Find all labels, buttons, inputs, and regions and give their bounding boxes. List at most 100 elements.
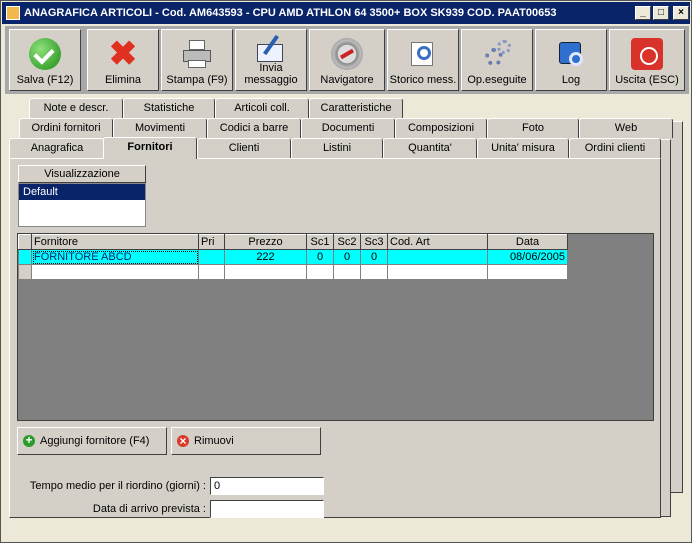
- cell-empty[interactable]: [224, 264, 307, 280]
- check-icon: [29, 38, 61, 70]
- grid-header-row: Fornitore Pri Prezzo Sc1 Sc2 Sc3 Cod. Ar…: [18, 234, 568, 250]
- col-sc1[interactable]: Sc1: [306, 234, 334, 250]
- cell-empty[interactable]: [387, 264, 488, 280]
- col-prezzo[interactable]: Prezzo: [224, 234, 307, 250]
- window-title: ANAGRAFICA ARTICOLI - Cod. AM643593 - CP…: [24, 7, 557, 19]
- visualization-item-default[interactable]: Default: [19, 184, 145, 200]
- remove-button[interactable]: Rimuovi: [171, 427, 321, 455]
- suppliers-table: Fornitore Pri Prezzo Sc1 Sc2 Sc3 Cod. Ar…: [18, 234, 568, 280]
- col-cod-art[interactable]: Cod. Art: [387, 234, 488, 250]
- print-label: Stampa (F9): [166, 74, 228, 86]
- row-indicator: [18, 264, 32, 280]
- cell-empty[interactable]: [198, 264, 225, 280]
- row-indicator: [18, 249, 32, 265]
- col-fornitore[interactable]: Fornitore: [31, 234, 199, 250]
- tab-articoli-coll[interactable]: Articoli coll.: [215, 98, 309, 118]
- print-button[interactable]: Stampa (F9): [161, 29, 233, 91]
- table-row-empty[interactable]: [18, 264, 568, 280]
- reorder-time-field[interactable]: 0: [210, 477, 324, 495]
- tab-ordini-clienti[interactable]: Ordini clienti: [569, 138, 661, 158]
- cell-sc3[interactable]: 0: [360, 249, 388, 265]
- maximize-button[interactable]: □: [653, 6, 669, 20]
- navigator-button[interactable]: Navigatore: [309, 29, 385, 91]
- tab-anagrafica[interactable]: Anagrafica: [9, 138, 105, 158]
- tab-web[interactable]: Web: [579, 118, 673, 138]
- article-registry-window: ANAGRAFICA ARTICOLI - Cod. AM643593 - CP…: [0, 0, 692, 543]
- message-history-icon: [407, 38, 439, 70]
- tab-unita-misura[interactable]: Unita' misura: [477, 138, 569, 158]
- tab-composizioni[interactable]: Composizioni: [395, 118, 487, 138]
- reorder-time-label: Tempo medio per il riordino (giorni) :: [29, 480, 206, 492]
- col-data[interactable]: Data: [487, 234, 568, 250]
- printer-icon: [181, 38, 213, 70]
- navigator-label: Navigatore: [320, 74, 374, 86]
- add-supplier-button[interactable]: Aggiungi fornitore (F4): [17, 427, 167, 455]
- tab-movimenti[interactable]: Movimenti: [113, 118, 207, 138]
- expected-arrival-field[interactable]: [210, 500, 324, 518]
- tab-statistiche[interactable]: Statistiche: [123, 98, 215, 118]
- tab-foto[interactable]: Foto: [487, 118, 579, 138]
- minimize-button[interactable]: _: [635, 6, 651, 20]
- cell-cod-art[interactable]: [387, 249, 488, 265]
- tab-quantita[interactable]: Quantita': [383, 138, 477, 158]
- visualization-list[interactable]: Default: [18, 183, 146, 227]
- table-row[interactable]: FORNITORE ABCD 222 0 0 0 08/06/2005: [18, 249, 568, 265]
- delete-x-icon: ✖: [108, 35, 138, 73]
- delete-button[interactable]: ✖ Elimina: [87, 29, 159, 91]
- suppliers-grid[interactable]: Fornitore Pri Prezzo Sc1 Sc2 Sc3 Cod. Ar…: [17, 233, 654, 421]
- cell-empty[interactable]: [333, 264, 361, 280]
- cell-data[interactable]: 08/06/2005: [487, 249, 568, 265]
- cell-prezzo[interactable]: 222: [224, 249, 307, 265]
- log-icon: [555, 38, 587, 70]
- log-label: Log: [561, 74, 581, 86]
- send-message-label-line1: Invia: [259, 62, 283, 74]
- cell-empty[interactable]: [487, 264, 568, 280]
- exit-button[interactable]: Uscita (ESC): [609, 29, 685, 91]
- save-button[interactable]: Salva (F12): [9, 29, 81, 91]
- col-sc3[interactable]: Sc3: [360, 234, 388, 250]
- remove-label: Rimuovi: [194, 435, 234, 447]
- tab-clienti[interactable]: Clienti: [197, 138, 291, 158]
- toolbar: Salva (F12) ✖ Elimina Stampa (F9) Invia …: [5, 26, 689, 94]
- delete-label: Elimina: [104, 74, 142, 86]
- col-pri[interactable]: Pri: [198, 234, 225, 250]
- tab-documenti[interactable]: Documenti: [301, 118, 395, 138]
- operations-done-label: Op.eseguite: [467, 74, 527, 86]
- cell-sc2[interactable]: 0: [333, 249, 361, 265]
- compass-icon: [331, 38, 363, 70]
- send-message-label: Invia messaggio: [236, 62, 306, 86]
- tab-caratteristiche[interactable]: Caratteristiche: [309, 98, 403, 118]
- tab-note-descr[interactable]: Note e descr.: [29, 98, 123, 118]
- add-supplier-label: Aggiungi fornitore (F4): [40, 435, 150, 447]
- operations-done-button[interactable]: Op.eseguite: [461, 29, 533, 91]
- col-sc2[interactable]: Sc2: [333, 234, 361, 250]
- exit-icon: [631, 38, 663, 70]
- fornitori-panel: Visualizzazione Default Fornitore Pri Pr…: [9, 158, 661, 518]
- save-label: Salva (F12): [16, 74, 74, 86]
- visualization-header: Visualizzazione: [18, 165, 146, 183]
- cell-empty[interactable]: [31, 264, 199, 280]
- remove-icon: [177, 428, 189, 454]
- log-button[interactable]: Log: [535, 29, 607, 91]
- gears-icon: [481, 38, 513, 70]
- cell-fornitore[interactable]: FORNITORE ABCD: [31, 249, 199, 265]
- row-indicator-header: [18, 234, 32, 250]
- tab-ordini-fornitori[interactable]: Ordini fornitori: [19, 118, 113, 138]
- close-button[interactable]: ×: [673, 6, 689, 20]
- tab-listini[interactable]: Listini: [291, 138, 383, 158]
- send-message-button[interactable]: Invia messaggio: [235, 29, 307, 91]
- tab-codici-a-barre[interactable]: Codici a barre: [207, 118, 301, 138]
- cell-empty[interactable]: [306, 264, 334, 280]
- message-history-label: Storico mess.: [389, 74, 457, 86]
- send-message-label-line2: messaggio: [244, 74, 298, 86]
- cell-empty[interactable]: [360, 264, 388, 280]
- add-icon: [23, 427, 35, 453]
- exit-label: Uscita (ESC): [615, 74, 679, 86]
- message-history-button[interactable]: Storico mess.: [387, 29, 459, 91]
- cell-sc1[interactable]: 0: [306, 249, 334, 265]
- app-icon: [6, 6, 20, 20]
- title-bar: ANAGRAFICA ARTICOLI - Cod. AM643593 - CP…: [2, 2, 690, 24]
- cell-pri[interactable]: [198, 249, 225, 265]
- expected-arrival-label: Data di arrivo prevista :: [92, 503, 206, 515]
- tab-fornitori[interactable]: Fornitori: [103, 137, 197, 159]
